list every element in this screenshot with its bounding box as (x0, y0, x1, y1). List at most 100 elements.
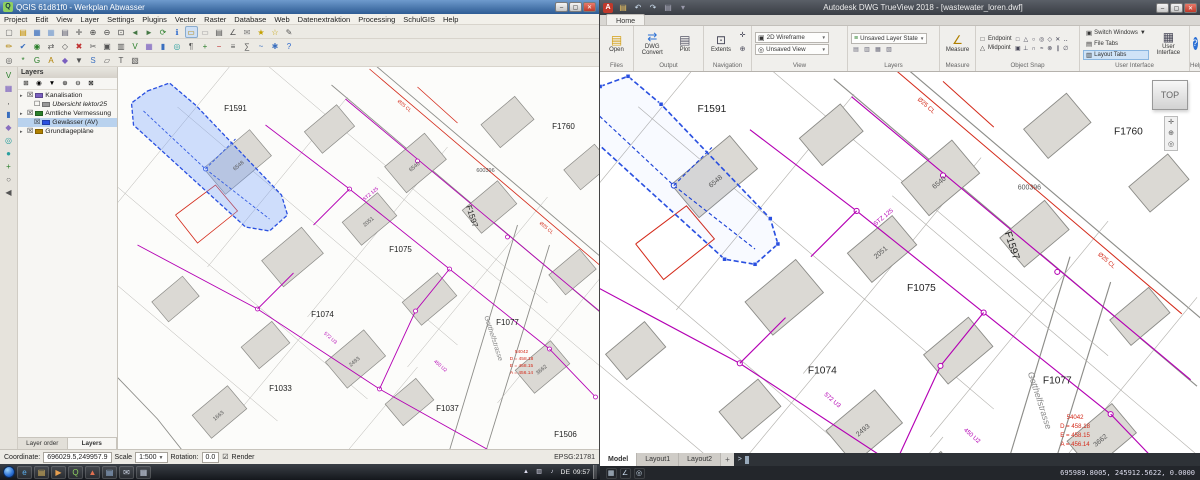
zoom-in-icon[interactable]: ⊕ (87, 26, 100, 38)
file-tabs-button[interactable]: ▤File Tabs (1083, 39, 1149, 49)
layers-panel-tab[interactable]: Layer order (18, 438, 68, 449)
qgis-map-canvas[interactable]: F1591F1760F1075F1597F1074F1077F1033F1037… (118, 67, 599, 449)
tv-maximize-button[interactable]: ▢ (1170, 3, 1183, 13)
expand-arrow-icon[interactable]: ▸ (20, 111, 25, 117)
add-raster-layer-icon[interactable]: ▦ (143, 40, 156, 52)
viewcube[interactable]: TOP (1152, 80, 1188, 110)
explorer-icon[interactable]: ▤ (34, 466, 49, 479)
new-project-icon[interactable]: ▢ (3, 26, 16, 38)
add-delimited-text-icon[interactable]: ¶ (185, 40, 198, 52)
layer-state-dropdown[interactable]: ≡Unsaved Layer State▼ (851, 33, 927, 44)
datenextraktion-tool-icon[interactable]: ▼ (73, 54, 86, 66)
layer-checkbox[interactable]: ☐ (34, 101, 40, 108)
crs-status-icon[interactable]: ◎ (3, 54, 16, 66)
menu-item[interactable]: Vector (171, 15, 200, 24)
snap-quadrant-icon[interactable]: ◇ (1046, 35, 1054, 44)
endpoint-snap-toggle[interactable]: □Endpoint (979, 36, 1012, 43)
layer-item[interactable]: ▸ ☒ Amtliche Vermessung (18, 109, 117, 118)
save-project-icon[interactable]: ▦ (31, 26, 44, 38)
add-spatialite-side-icon[interactable]: ◆ (2, 121, 15, 133)
help-contents-icon[interactable]: ? (283, 40, 296, 52)
layer-lock-icon[interactable]: ▦ (874, 45, 883, 54)
snap-center-icon[interactable]: ○ (1030, 35, 1038, 44)
qat-redo-icon[interactable]: ↷ (647, 2, 660, 13)
snap-endpoint-icon[interactable]: □ (1014, 35, 1022, 44)
switch-windows-button[interactable]: ▣Switch Windows▼ (1083, 28, 1149, 38)
python-console-icon[interactable]: ~ (255, 40, 268, 52)
epsg-status-button[interactable]: EPSG:21781 (554, 454, 595, 461)
layer-freeze-icon[interactable]: ▥ (863, 45, 872, 54)
filter-legend-icon[interactable]: ▼ (47, 78, 58, 89)
volume-icon[interactable]: ♪ (547, 467, 557, 477)
expand-arrow-icon[interactable]: ▸ (20, 129, 25, 135)
menu-item[interactable]: Plugins (138, 15, 171, 24)
visual-style-dropdown[interactable]: ▣2D Wireframe▼ (755, 32, 829, 43)
annotation-icon[interactable]: ✎ (283, 26, 296, 38)
layer-checkbox[interactable]: ☒ (27, 110, 33, 117)
menu-item[interactable]: Datenextraktion (294, 15, 355, 24)
grid-display-icon[interactable]: ▦ (606, 468, 617, 479)
map-overview-icon[interactable]: ▧ (129, 54, 142, 66)
add-vector-layer-icon[interactable]: V (129, 40, 142, 52)
zoom-next-icon[interactable]: ► (143, 26, 156, 38)
snap-nearest-icon[interactable]: ≈ (1038, 44, 1046, 53)
control-panel-icon[interactable]: ▦ (136, 466, 151, 479)
select-rectangle-icon[interactable]: ▭ (185, 26, 198, 38)
menu-item[interactable]: Settings (103, 15, 138, 24)
layer-item[interactable]: ▸ ☒ Kanalisation (18, 91, 117, 100)
layer-checkbox[interactable]: ☒ (27, 92, 33, 99)
pan-icon[interactable]: ✛ (738, 30, 748, 43)
tv-minimize-button[interactable]: – (1156, 3, 1169, 13)
new-layout-button[interactable]: + (721, 453, 734, 466)
layer-item[interactable]: ☐ Übersicht lektor25 (18, 100, 117, 109)
object-snap-status-icon[interactable]: ◎ (634, 468, 645, 479)
copy-features-icon[interactable]: ▣ (101, 40, 114, 52)
menu-item[interactable]: Layer (76, 15, 103, 24)
add-postgis-layer-icon[interactable]: ▮ (157, 40, 170, 52)
new-bookmark-icon[interactable]: ★ (255, 26, 268, 38)
help-button[interactable]: ? (1193, 37, 1198, 50)
deselect-all-icon[interactable]: ▭ (199, 26, 212, 38)
named-view-dropdown[interactable]: ◎Unsaved View▼ (755, 44, 829, 55)
layers-panel-tab[interactable]: Layers (68, 438, 118, 449)
media-player-icon[interactable]: ▶ (51, 466, 66, 479)
layer-color-icon[interactable]: ▧ (885, 45, 894, 54)
schulgis-tool-icon[interactable]: S (87, 54, 100, 66)
layer-item[interactable]: ☒ Gewässer (AV) (18, 118, 117, 127)
identify-features-icon[interactable]: ℹ (171, 26, 184, 38)
expand-all-icon[interactable]: ⊕ (60, 78, 71, 89)
menu-item[interactable]: Database (230, 15, 270, 24)
layer-on-icon[interactable]: ▤ (852, 45, 861, 54)
field-calculator-icon[interactable]: ∑ (241, 40, 254, 52)
zoom-last-icon[interactable]: ◄ (129, 26, 142, 38)
menu-item[interactable]: Project (0, 15, 31, 24)
save-edits-icon[interactable]: ✔ (17, 40, 30, 52)
new-shapefile-icon[interactable]: + (199, 40, 212, 52)
map-tips-icon[interactable]: ✉ (241, 26, 254, 38)
remove-layer-group-icon[interactable]: ⊠ (86, 78, 97, 89)
snap-apparent-icon[interactable]: ⊗ (1046, 44, 1054, 53)
user-interface-button[interactable]: ▦User Interface (1151, 31, 1186, 57)
snap-midpoint-icon[interactable]: △ (1022, 35, 1030, 44)
snap-tangent-icon[interactable]: ∩ (1030, 44, 1038, 53)
notepad-icon[interactable]: ▤ (102, 466, 117, 479)
trueview-app-icon[interactable]: A (603, 3, 613, 13)
tab-home[interactable]: Home (606, 14, 645, 25)
clock[interactable]: 09:57 (573, 469, 590, 476)
pan-map-icon[interactable]: ✛ (73, 26, 86, 38)
layout-tab[interactable]: Model (600, 453, 637, 466)
snap-perpendicular-icon[interactable]: ⊥ (1022, 44, 1030, 53)
open-button[interactable]: ▤Open (603, 34, 630, 53)
layer-item[interactable]: ▸ ☒ Grundlagepläne (18, 127, 117, 136)
label-tool-icon[interactable]: A (45, 54, 58, 66)
menu-item[interactable]: View (52, 15, 76, 24)
menu-item[interactable]: Web (270, 15, 293, 24)
measure-line-icon[interactable]: ∠ (227, 26, 240, 38)
trueview-map-canvas[interactable]: F1591F1760F1075F1597F1074F1077F1033F1037… (600, 72, 1200, 453)
add-group-icon[interactable]: ⊞ (21, 78, 32, 89)
add-wfs-side-icon[interactable]: ● (2, 147, 15, 159)
collapse-panel-icon[interactable]: ◀ (2, 186, 15, 198)
add-postgis-side-icon[interactable]: ▮ (2, 108, 15, 120)
navbar-orbit-icon[interactable]: ◎ (1168, 139, 1174, 150)
print-composer-icon[interactable]: ▤ (59, 26, 72, 38)
